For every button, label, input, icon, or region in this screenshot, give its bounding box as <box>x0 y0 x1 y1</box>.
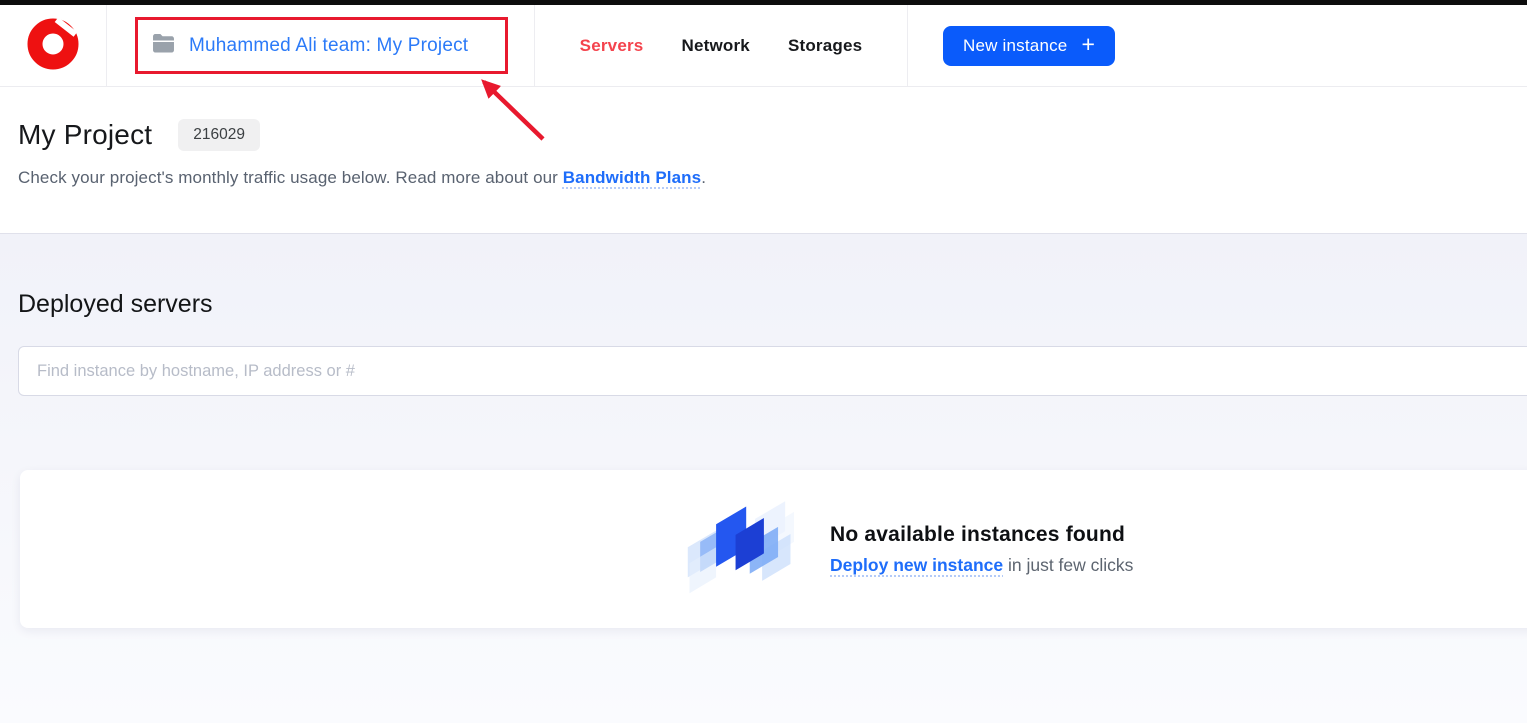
new-instance-button[interactable]: New instance + <box>943 26 1115 66</box>
project-selector-area: Muhammed Ali team: My Project <box>107 5 535 86</box>
page-title: My Project <box>18 119 152 151</box>
empty-state-title: No available instances found <box>830 523 1133 547</box>
instance-search-input[interactable] <box>18 346 1527 396</box>
subtitle-text: Check your project's monthly traffic usa… <box>18 168 563 187</box>
header-actions: New instance + <box>908 5 1527 86</box>
subtitle-period: . <box>701 168 706 187</box>
nav-item-storages[interactable]: Storages <box>788 36 862 56</box>
nav-item-servers[interactable]: Servers <box>580 36 644 56</box>
nav-item-network[interactable]: Network <box>681 36 749 56</box>
deployed-servers-section: Deployed servers No available instances … <box>0 233 1527 723</box>
brand-logo[interactable] <box>0 5 107 86</box>
deploy-new-instance-link[interactable]: Deploy new instance <box>830 555 1003 575</box>
empty-state-line: Deploy new instance in just few clicks <box>830 555 1133 576</box>
new-instance-button-label: New instance <box>963 36 1067 56</box>
project-selector-label: Muhammed Ali team: My Project <box>189 35 468 57</box>
project-id-badge: 216029 <box>178 119 260 151</box>
page-header-section: My Project 216029 Check your project's m… <box>0 87 1527 233</box>
main-nav: Servers Network Storages <box>535 5 908 86</box>
top-navbar: Muhammed Ali team: My Project Servers Ne… <box>0 5 1527 87</box>
instances-cubes-icon <box>686 497 794 601</box>
plus-icon: + <box>1081 33 1095 56</box>
cherry-logo-icon <box>26 16 80 75</box>
empty-state-card: No available instances found Deploy new … <box>20 470 1527 628</box>
folder-icon <box>152 33 175 58</box>
page-subtitle: Check your project's monthly traffic usa… <box>18 168 1509 188</box>
bandwidth-plans-link[interactable]: Bandwidth Plans <box>563 168 701 187</box>
deployed-servers-heading: Deployed servers <box>18 290 1527 319</box>
project-selector[interactable]: Muhammed Ali team: My Project <box>152 33 468 58</box>
empty-state-text: No available instances found Deploy new … <box>830 523 1133 576</box>
title-row: My Project 216029 <box>18 119 1509 151</box>
empty-state-line-suffix: in just few clicks <box>1003 555 1133 575</box>
